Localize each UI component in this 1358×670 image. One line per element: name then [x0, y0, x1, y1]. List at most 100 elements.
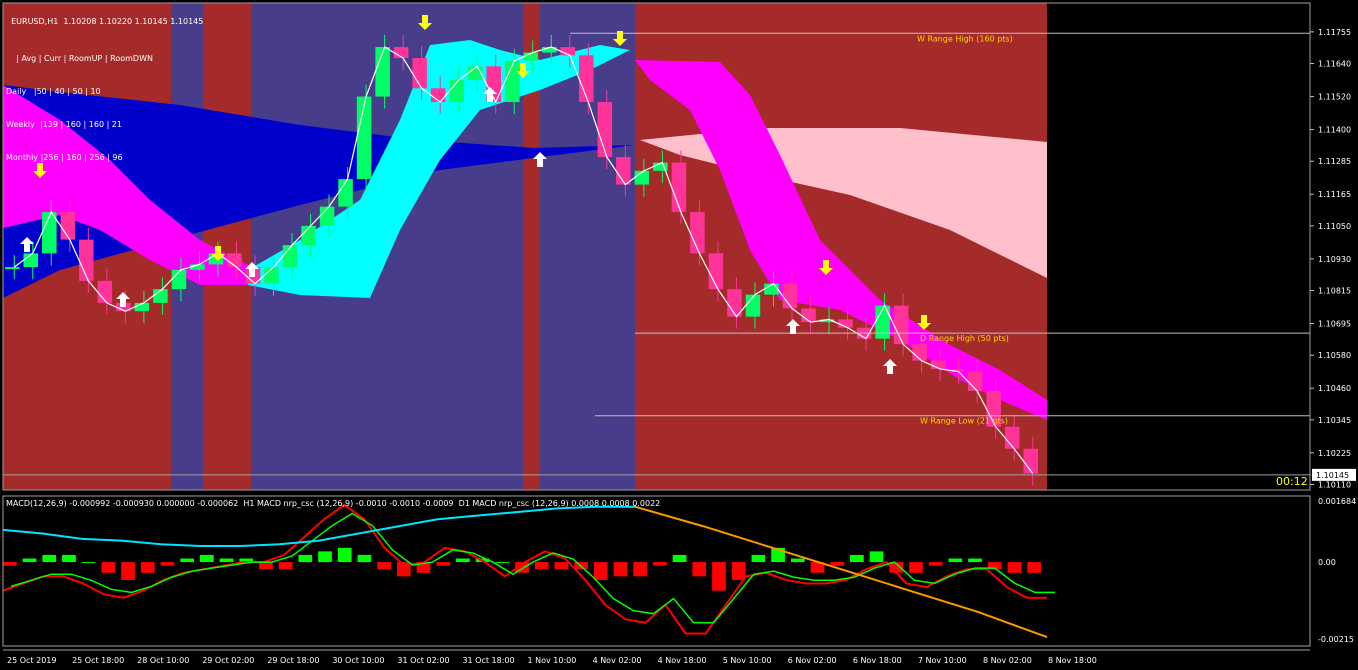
info-row-monthly: Monthly |256 | 160 | 256 | 96 [6, 153, 123, 162]
macd-histogram-bar [830, 562, 845, 566]
time-tick-label: 8 Nov 18:00 [1048, 656, 1097, 665]
macd-histogram-bar [534, 562, 549, 570]
time-tick-label: 1 Nov 10:00 [528, 656, 577, 665]
macd-histogram-bar [436, 562, 451, 566]
macd-histogram-bar [790, 558, 805, 563]
macd-histogram-bar [731, 562, 746, 580]
macd-histogram-bar [554, 562, 569, 570]
macd-histogram-bar [140, 562, 155, 573]
price-tick-label: 1.11400 [1318, 126, 1351, 135]
price-tick-label: 1.10460 [1318, 384, 1351, 393]
macd-histogram-bar [909, 562, 923, 573]
price-tick-label: 1.11755 [1318, 28, 1351, 37]
macd-histogram-bar [377, 562, 391, 570]
macd-histogram-bar [672, 554, 687, 563]
time-tick-label: 7 Nov 10:00 [918, 656, 967, 665]
macd-histogram-bar [219, 558, 234, 563]
candle-body [338, 179, 353, 207]
macd-histogram-bar [298, 554, 313, 563]
candle-body [690, 212, 705, 254]
macd-histogram-bar [1027, 562, 1041, 573]
macd-histogram-bar [160, 562, 175, 566]
time-tick-label: 31 Oct 18:00 [462, 656, 514, 665]
macd-histogram-bar [968, 558, 982, 563]
candle-body [375, 47, 390, 97]
time-tick-label: 4 Nov 18:00 [658, 656, 707, 665]
macd-histogram-bar [101, 562, 116, 573]
candle-body [597, 102, 613, 158]
candle-body [616, 157, 631, 185]
macd-histogram-bar [81, 562, 96, 564]
chart-canvas: W Range High (160 pts) D Range High (50 p… [2, 2, 1356, 665]
time-tick-label: 6 Nov 02:00 [788, 656, 837, 665]
candle-body [504, 60, 520, 103]
candle-body [60, 212, 76, 240]
price-tick-label: 1.11520 [1318, 93, 1351, 102]
time-tick-label: 30 Oct 10:00 [332, 656, 384, 665]
macd-histogram-bar [278, 562, 293, 570]
price-tick-label: 1.11640 [1318, 60, 1351, 69]
macd-histogram-bar [653, 562, 667, 566]
macd-panel [2, 503, 1055, 639]
main-price-panel: W Range High (160 pts) D Range High (50 p… [3, 3, 1310, 490]
macd-histogram-bar [948, 558, 963, 563]
macd-histogram-bar [751, 554, 766, 563]
range-level-label: W Range Low (21 pts) [920, 417, 1008, 426]
macd-tick-label: -0.00215 [1318, 635, 1354, 644]
price-tick-label: 1.10580 [1318, 351, 1351, 360]
candle-body [708, 253, 724, 290]
range-level-label: W Range High (160 pts) [917, 34, 1013, 43]
candle-body [579, 55, 594, 103]
macd-histogram-bar [613, 562, 628, 577]
macd-histogram-bar [180, 558, 194, 563]
macd-tick-label: 0.001684 [1318, 497, 1356, 506]
time-tick-label: 25 Oct 18:00 [72, 656, 124, 665]
info-row-daily: Daily |50 | 40 | 50 | 10 [6, 87, 101, 96]
price-tick-label: 1.10345 [1318, 416, 1351, 425]
macd-histogram-bar [593, 562, 608, 580]
time-tick-label: 29 Oct 02:00 [202, 656, 254, 665]
price-tick-label: 1.11285 [1318, 157, 1351, 166]
price-tick-label: 1.10815 [1318, 287, 1351, 296]
macd-histogram-bar [62, 554, 76, 563]
candle-body [1023, 448, 1038, 474]
candle-body [5, 267, 20, 270]
candle-body [42, 212, 57, 254]
macd-histogram-bar [850, 554, 864, 563]
info-row-weekly: Weekly |139 | 160 | 160 | 21 [6, 120, 122, 129]
candle-body [893, 305, 909, 345]
price-tick-label: 1.11050 [1318, 222, 1351, 231]
candle-timer: 00:12 [1276, 475, 1308, 488]
symbol-ohlc: 1.10208 1.10220 1.10145 1.10145 [63, 17, 204, 26]
macd-histogram-bar [692, 562, 707, 577]
macd-histogram-bar [42, 554, 57, 563]
candle-body [875, 305, 890, 339]
info-table-header: | Avg | Curr | RoomUP | RoomDWN [16, 54, 153, 63]
candle-body [671, 162, 687, 213]
time-tick-label: 31 Oct 02:00 [397, 656, 449, 665]
candle-body [412, 58, 427, 89]
info-table: | Avg | Curr | RoomUP | RoomDWN Daily |5… [6, 31, 153, 174]
price-tick-label: 1.10695 [1318, 320, 1351, 329]
time-tick-label: 28 Oct 10:00 [137, 656, 189, 665]
price-tick-label: 1.10225 [1318, 449, 1351, 458]
macd-tick-label: 0.00 [1318, 558, 1336, 567]
macd-histogram-bar [121, 562, 135, 580]
macd-histogram-bar [318, 551, 332, 563]
time-tick-label: 8 Nov 02:00 [983, 656, 1032, 665]
candle-body [356, 96, 372, 180]
macd-histogram-bar [22, 558, 37, 563]
time-tick-label: 29 Oct 18:00 [267, 656, 319, 665]
macd-histogram-bar [495, 562, 510, 564]
price-tick-label: 1.11165 [1318, 190, 1351, 199]
macd-histogram-bar [712, 562, 726, 591]
symbol-header: EURUSD,H1 1.10208 1.10220 1.10145 1.1014… [6, 5, 203, 27]
current-price-label: 1.10145 [1316, 471, 1349, 480]
price-tick-label: 1.10110 [1318, 480, 1351, 489]
macd-histogram-bar [869, 551, 884, 563]
time-tick-label: 4 Nov 02:00 [593, 656, 642, 665]
time-tick-label: 5 Nov 10:00 [723, 656, 772, 665]
time-tick-label: 6 Nov 18:00 [853, 656, 902, 665]
d1-macd-line [2, 505, 635, 547]
time-tick-label: 25 Oct 2019 [7, 656, 56, 665]
